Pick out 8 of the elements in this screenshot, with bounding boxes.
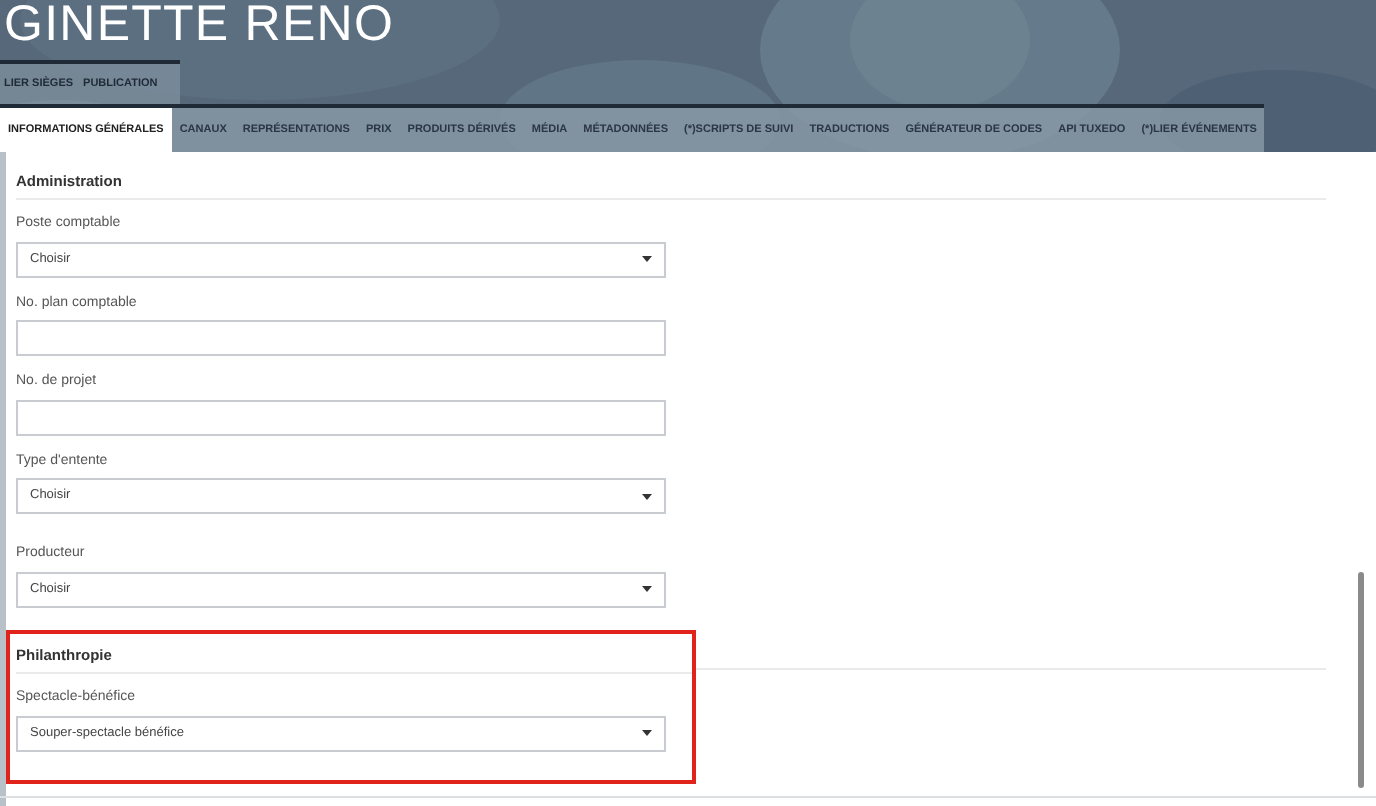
- caret-icon: [642, 256, 652, 263]
- caret-icon: [642, 586, 652, 593]
- scrollbar-thumb[interactable]: [1358, 572, 1364, 788]
- caret-icon: [642, 493, 652, 500]
- caret-icon: [642, 730, 652, 736]
- input-field[interactable]: [16, 320, 666, 357]
- page-title: GINETTE RENO: [2, 0, 395, 56]
- input-field[interactable]: [16, 399, 666, 436]
